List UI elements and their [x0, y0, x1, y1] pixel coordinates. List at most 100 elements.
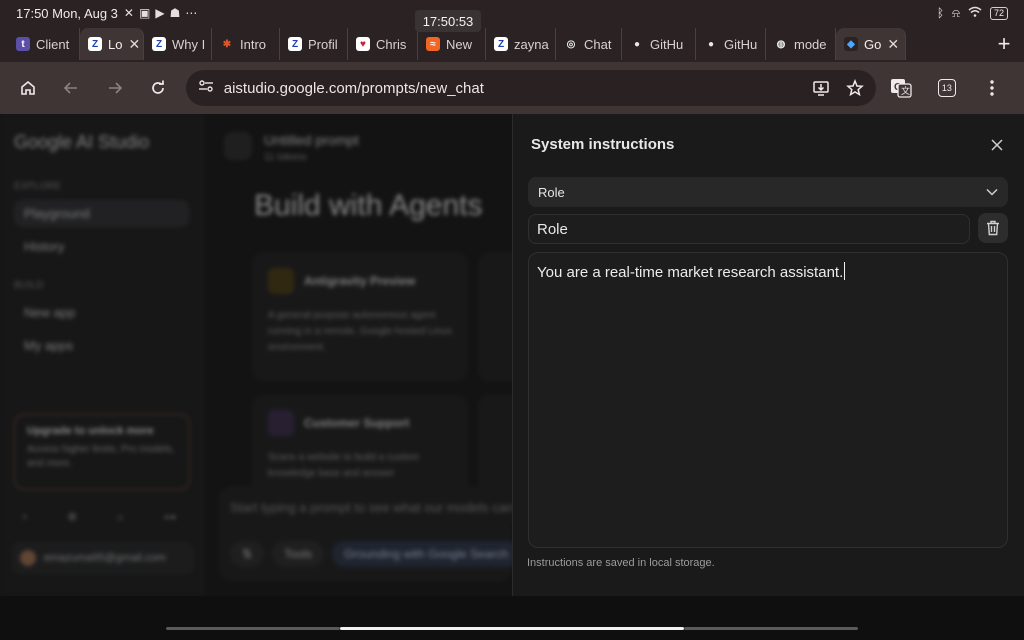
- tab-favicon-icon: ≈: [426, 37, 440, 51]
- more-vertical-icon: [990, 80, 995, 96]
- forward-arrow-icon: [108, 82, 122, 94]
- tab-close-icon[interactable]: ✕: [128, 36, 140, 53]
- bookmark-star-icon[interactable]: [845, 79, 864, 97]
- account-chip[interactable]: emazuma95@gmail.com: [12, 542, 194, 574]
- browser-tab[interactable]: Z Profil: [280, 28, 348, 60]
- tune-button[interactable]: ⇅: [230, 541, 265, 567]
- select-value: Role: [538, 184, 565, 200]
- home-button[interactable]: [12, 72, 43, 104]
- close-button[interactable]: [986, 134, 1008, 156]
- sidebar-icons: ◔ ✲ ⌕ ⊶: [20, 510, 176, 525]
- tab-favicon-icon: ●: [630, 37, 644, 51]
- prompt-title[interactable]: Untitled prompt: [264, 132, 359, 148]
- home-icon: [20, 80, 35, 95]
- text-caret: [844, 262, 846, 280]
- tab-title: Lo: [108, 36, 123, 52]
- browser-menu-button[interactable]: [977, 72, 1008, 104]
- browser-tab[interactable]: ♥ Chris: [348, 28, 418, 60]
- browser-tab[interactable]: ◍ mode: [766, 28, 836, 60]
- grounding-button[interactable]: Grounding with Google Search: [332, 541, 521, 567]
- browser-tab[interactable]: Zzayna: [486, 28, 556, 60]
- chevron-down-icon: [986, 188, 998, 196]
- browser-tab[interactable]: ● GitHu: [622, 28, 696, 60]
- browser-tab[interactable]: ● GitHu: [696, 28, 766, 60]
- section-explore: EXPLORE: [14, 181, 62, 192]
- background-app: Google AI Studio EXPLORE Playground Hist…: [0, 114, 694, 596]
- role-title-input[interactable]: Role: [528, 214, 970, 244]
- nav-my-apps[interactable]: My apps: [14, 332, 189, 359]
- notification-icon[interactable]: ◔: [20, 510, 27, 525]
- playground-main: Untitled prompt 11 tokens Build with Age…: [218, 114, 694, 596]
- gesture-handle[interactable]: [340, 627, 684, 630]
- tab-title: Client: [36, 36, 70, 52]
- instructions-text: You are a real-time market research assi…: [537, 264, 844, 281]
- browser-tab[interactable]: Z Why I: [144, 28, 212, 60]
- nav-history[interactable]: History: [14, 233, 189, 260]
- forward-button[interactable]: [99, 72, 130, 104]
- tab-title: Profil: [308, 36, 338, 52]
- browser-tab[interactable]: ≈ New: [418, 28, 486, 60]
- translate-icon: G文: [891, 79, 913, 98]
- prompt-icon: [224, 132, 252, 160]
- tab-title: zayna: [514, 36, 549, 52]
- tab-favicon-icon: ●: [704, 37, 718, 51]
- tab-close-icon[interactable]: ✕: [887, 36, 899, 53]
- nav-playground[interactable]: Playground: [14, 200, 189, 227]
- settings-icon[interactable]: ✲: [67, 510, 77, 525]
- nav-new-app[interactable]: New app: [14, 299, 189, 326]
- status-more-icon: ⋯: [185, 6, 198, 20]
- card-antigravity[interactable]: Antigravity Preview A general-purpose au…: [252, 252, 468, 382]
- browser-tab[interactable]: Z Lo ✕: [80, 28, 144, 60]
- trash-icon: [987, 220, 999, 236]
- support-icon: [268, 410, 294, 436]
- browser-tab[interactable]: ✱ Intro: [212, 28, 280, 60]
- hero-heading: Build with Agents: [254, 189, 483, 222]
- key-icon[interactable]: ⊶: [164, 510, 176, 525]
- back-button[interactable]: [55, 72, 86, 104]
- delete-button[interactable]: [978, 213, 1008, 243]
- site-settings-icon[interactable]: [198, 79, 214, 98]
- tab-favicon-icon: ◆: [844, 37, 858, 51]
- navigation-bar: [0, 596, 1024, 640]
- upgrade-title: Upgrade to unlock more: [27, 425, 154, 437]
- status-icons: ✕ ▣ ▶ ☗ ⋯: [124, 6, 197, 20]
- wifi-icon: [968, 6, 982, 20]
- upgrade-card[interactable]: Upgrade to unlock more Access higher lim…: [14, 414, 190, 490]
- bluetooth-icon: ᛒ: [936, 6, 945, 20]
- browser-tab[interactable]: ◆ Go ✕: [836, 28, 906, 60]
- reload-button[interactable]: [142, 72, 173, 104]
- prompt-placeholder: Start typing a prompt to see what our mo…: [230, 500, 532, 515]
- status-x-icon: ✕: [123, 6, 134, 20]
- panel-title: System instructions: [531, 136, 675, 153]
- tab-title: Why I: [172, 36, 206, 52]
- prompt-input[interactable]: Start typing a prompt to see what our mo…: [218, 486, 532, 582]
- search-icon[interactable]: ⌕: [117, 510, 124, 525]
- tab-switcher-button[interactable]: 13: [931, 72, 962, 104]
- browser-tab[interactable]: t Client: [8, 28, 80, 60]
- system-instructions-panel: System instructions Role Role You are a …: [512, 114, 1024, 596]
- tools-button[interactable]: Tools: [272, 541, 325, 567]
- instructions-textarea[interactable]: You are a real-time market research assi…: [528, 252, 1008, 548]
- tab-favicon-icon: ◍: [774, 37, 788, 51]
- tab-title: Intro: [240, 36, 267, 52]
- tab-favicon-icon: ♥: [356, 37, 370, 51]
- brand-logo: Google AI Studio: [14, 132, 150, 152]
- status-time-date: 17:50 Mon, Aug 3: [16, 5, 118, 21]
- url-text[interactable]: aistudio.google.com/prompts/new_chat: [224, 80, 796, 97]
- translate-button[interactable]: G文: [886, 72, 917, 104]
- token-count: 11 tokens: [264, 152, 307, 163]
- tab-favicon-icon: ◎: [564, 37, 578, 51]
- reload-icon: [152, 80, 164, 94]
- clock-tooltip: 17:50:53: [415, 10, 481, 32]
- status-play-icon: ▶: [155, 6, 165, 20]
- browser-tab[interactable]: ◎ Chat: [556, 28, 622, 60]
- install-app-icon[interactable]: [812, 79, 830, 97]
- status-snap-icon: ☗: [169, 6, 181, 20]
- address-bar[interactable]: aistudio.google.com/prompts/new_chat: [185, 70, 876, 106]
- tab-favicon-icon: ✱: [220, 37, 234, 51]
- instruction-preset-select[interactable]: Role: [528, 177, 1008, 207]
- tab-count-badge: 13: [937, 79, 956, 97]
- status-bar: 17:50 Mon, Aug 3 ✕ ▣ ▶ ☗ ⋯ ᛒ ⍾ 72: [0, 0, 1024, 26]
- app-sidebar: Google AI Studio EXPLORE Playground Hist…: [0, 114, 204, 596]
- new-tab-button[interactable]: +: [984, 31, 1024, 57]
